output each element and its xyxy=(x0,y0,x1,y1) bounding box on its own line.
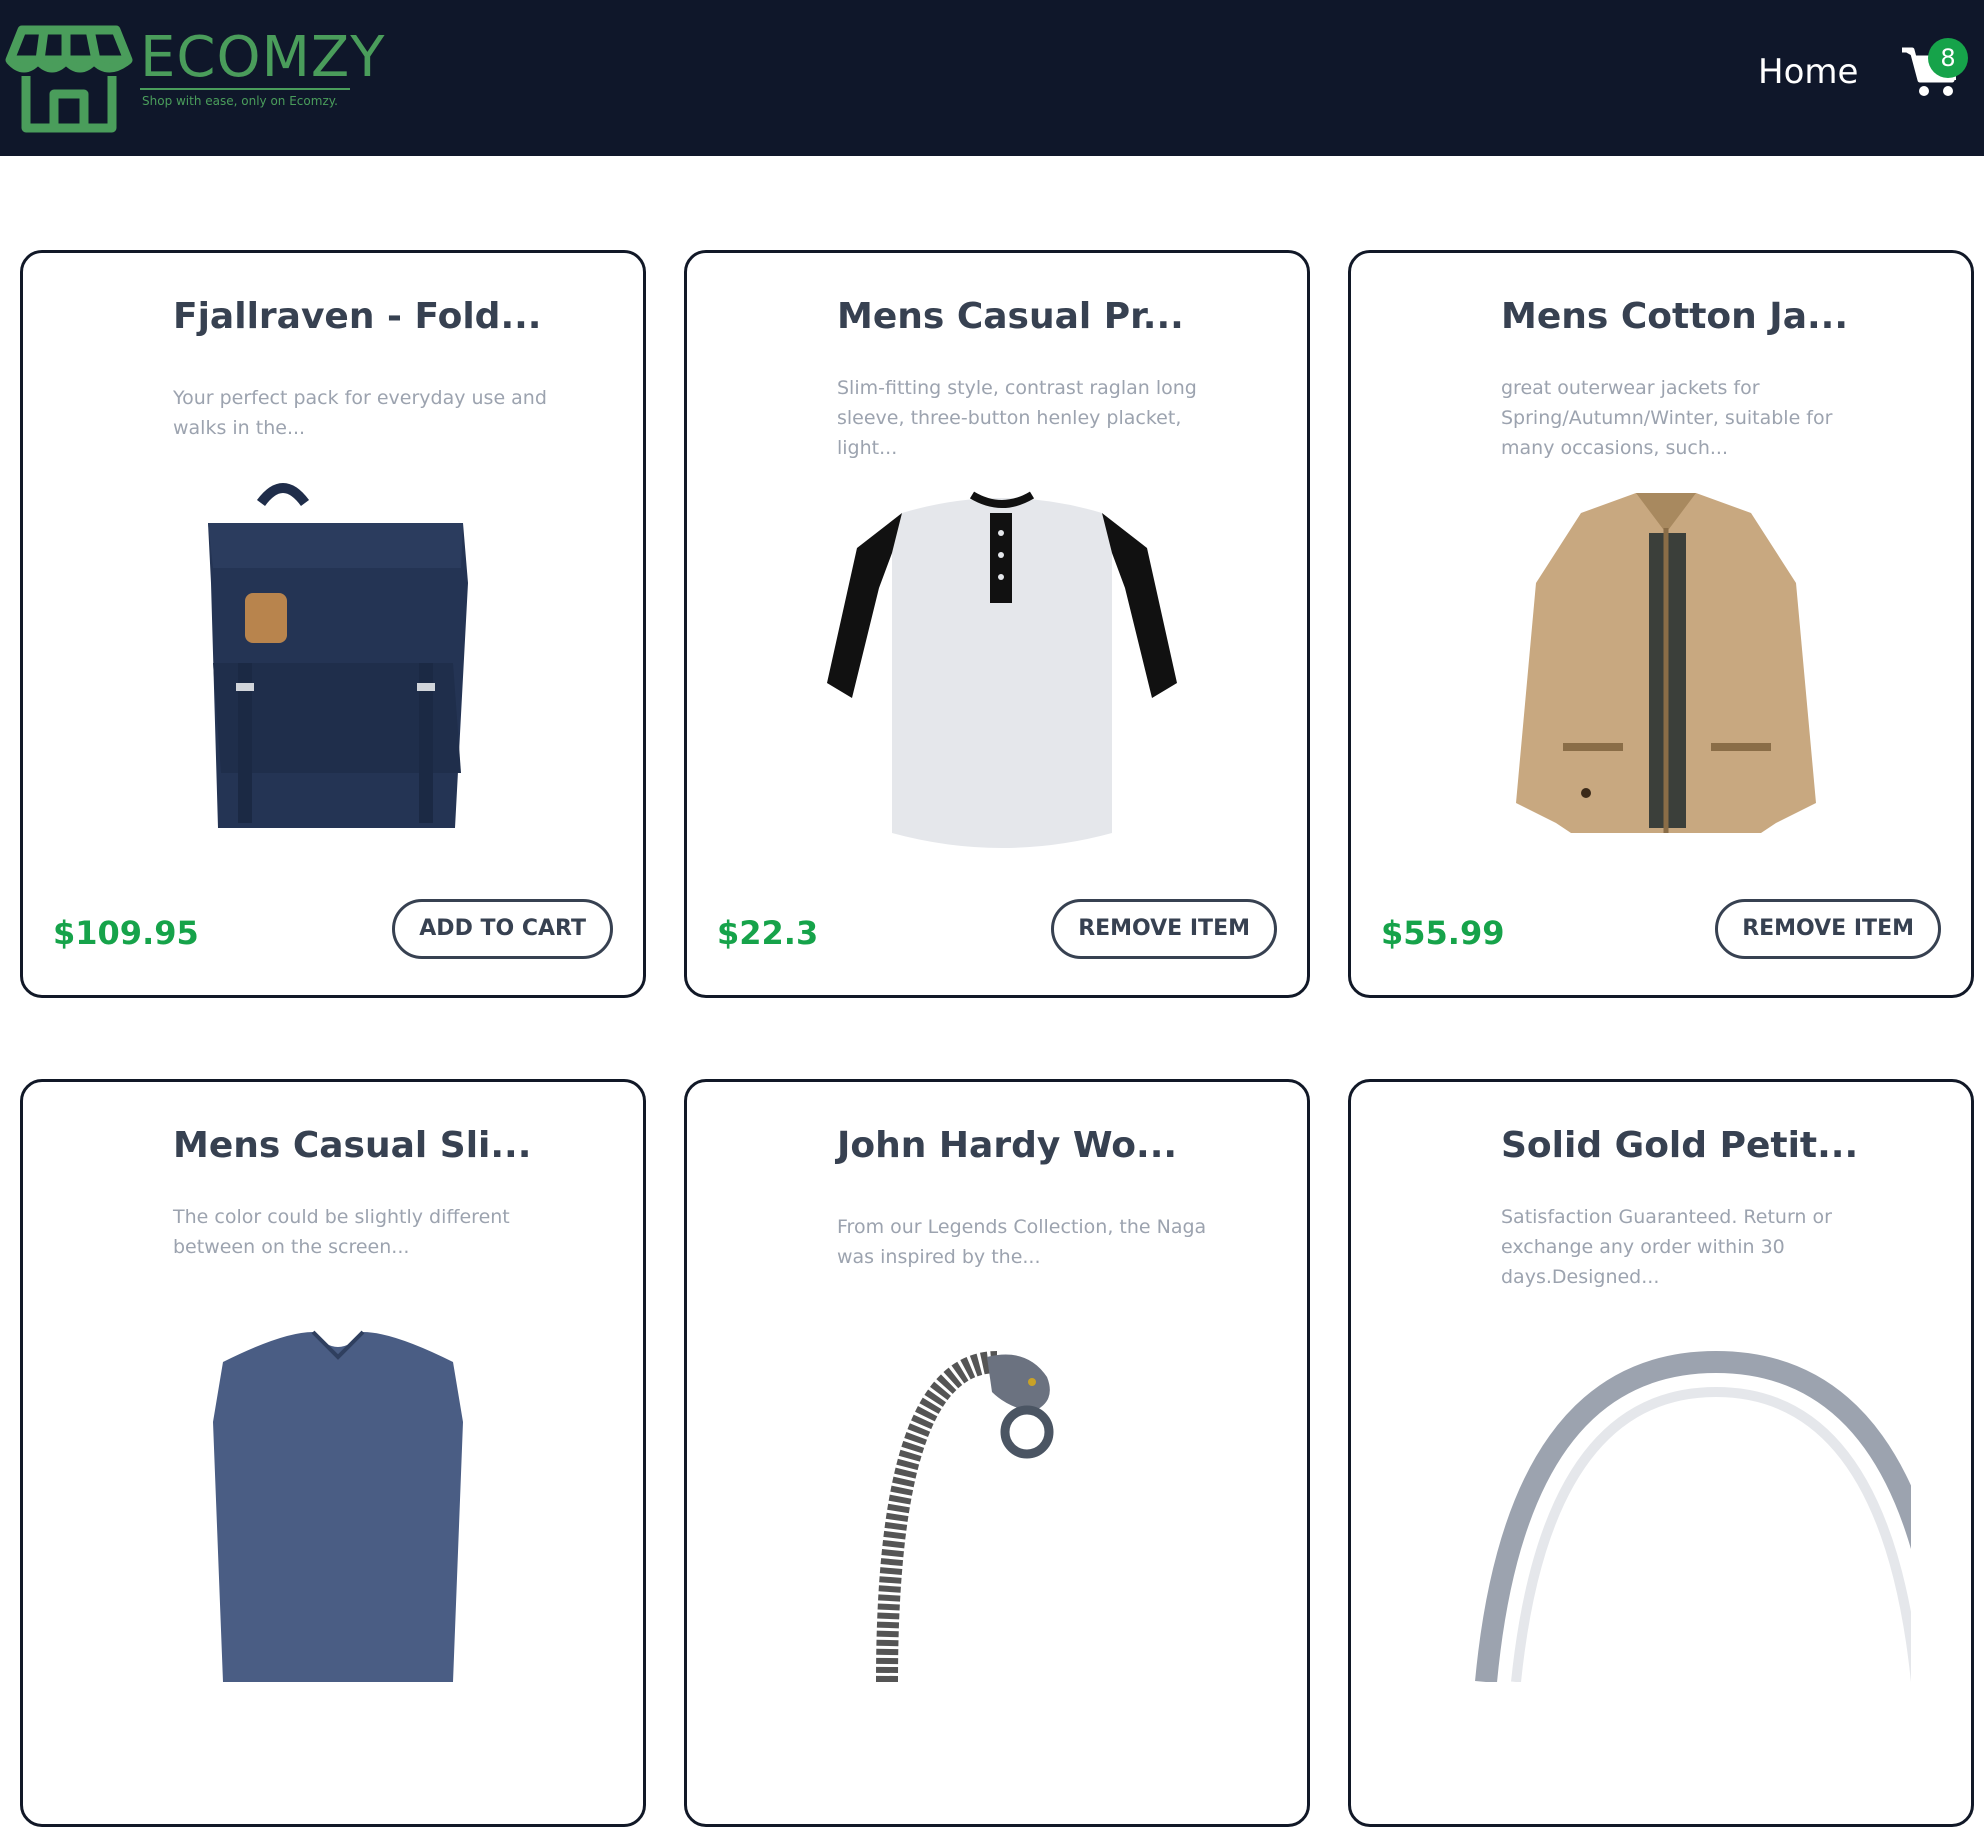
product-price: $22.3 xyxy=(717,914,819,952)
product-card: John Hardy Wo... From our Legends Collec… xyxy=(684,1079,1310,1827)
remove-item-button[interactable]: REMOVE ITEM xyxy=(1715,899,1941,959)
nav-home-link[interactable]: Home xyxy=(1758,55,1858,89)
logo-tagline: Shop with ease, only on Ecomzy. xyxy=(142,94,338,108)
product-description: The color could be slightly different be… xyxy=(173,1206,510,1258)
product-description: great outerwear jackets for Spring/Autum… xyxy=(1501,377,1833,459)
product-card: Fjallraven - Fold... Your perfect pack f… xyxy=(20,250,646,998)
store-logo-icon[interactable] xyxy=(4,18,134,134)
product-description: Satisfaction Guaranteed. Return or excha… xyxy=(1501,1206,1832,1288)
product-price: $55.99 xyxy=(1381,914,1505,952)
product-title: Fjallraven - Fold... xyxy=(173,296,542,337)
cart-count-badge: 8 xyxy=(1928,38,1968,78)
product-card: Solid Gold Petit... Satisfaction Guarant… xyxy=(1348,1079,1974,1827)
product-title: Mens Cotton Ja... xyxy=(1501,296,1849,337)
backpack-image xyxy=(208,483,468,828)
jacket-image xyxy=(1516,493,1816,833)
product-title: Mens Casual Sli... xyxy=(173,1125,532,1166)
logo-text[interactable]: ECOMZY xyxy=(140,30,385,86)
navbar: ECOMZY Shop with ease, only on Ecomzy. H… xyxy=(0,0,1984,156)
add-to-cart-button[interactable]: ADD TO CART xyxy=(392,899,613,959)
henley-shirt-image xyxy=(827,491,1177,848)
product-card: Mens Cotton Ja... great outerwear jacket… xyxy=(1348,250,1974,998)
logo-underline xyxy=(140,88,350,90)
product-description: From our Legends Collection, the Naga wa… xyxy=(837,1216,1207,1268)
product-title: John Hardy Wo... xyxy=(837,1125,1178,1166)
ring-image xyxy=(1475,1350,1911,1682)
bracelet-image xyxy=(876,1351,1054,1682)
product-card: Mens Casual Sli... The color could be sl… xyxy=(20,1079,646,1827)
product-title: Mens Casual Pr... xyxy=(837,296,1184,337)
product-title: Solid Gold Petit... xyxy=(1501,1125,1859,1166)
product-price: $109.95 xyxy=(53,914,199,952)
tshirt-image xyxy=(213,1330,463,1682)
product-description: Your perfect pack for everyday use and w… xyxy=(173,387,547,439)
product-description: Slim-fitting style, contrast raglan long… xyxy=(837,377,1197,459)
remove-item-button[interactable]: REMOVE ITEM xyxy=(1051,899,1277,959)
product-card: Mens Casual Pr... Slim-fitting style, co… xyxy=(684,250,1310,998)
